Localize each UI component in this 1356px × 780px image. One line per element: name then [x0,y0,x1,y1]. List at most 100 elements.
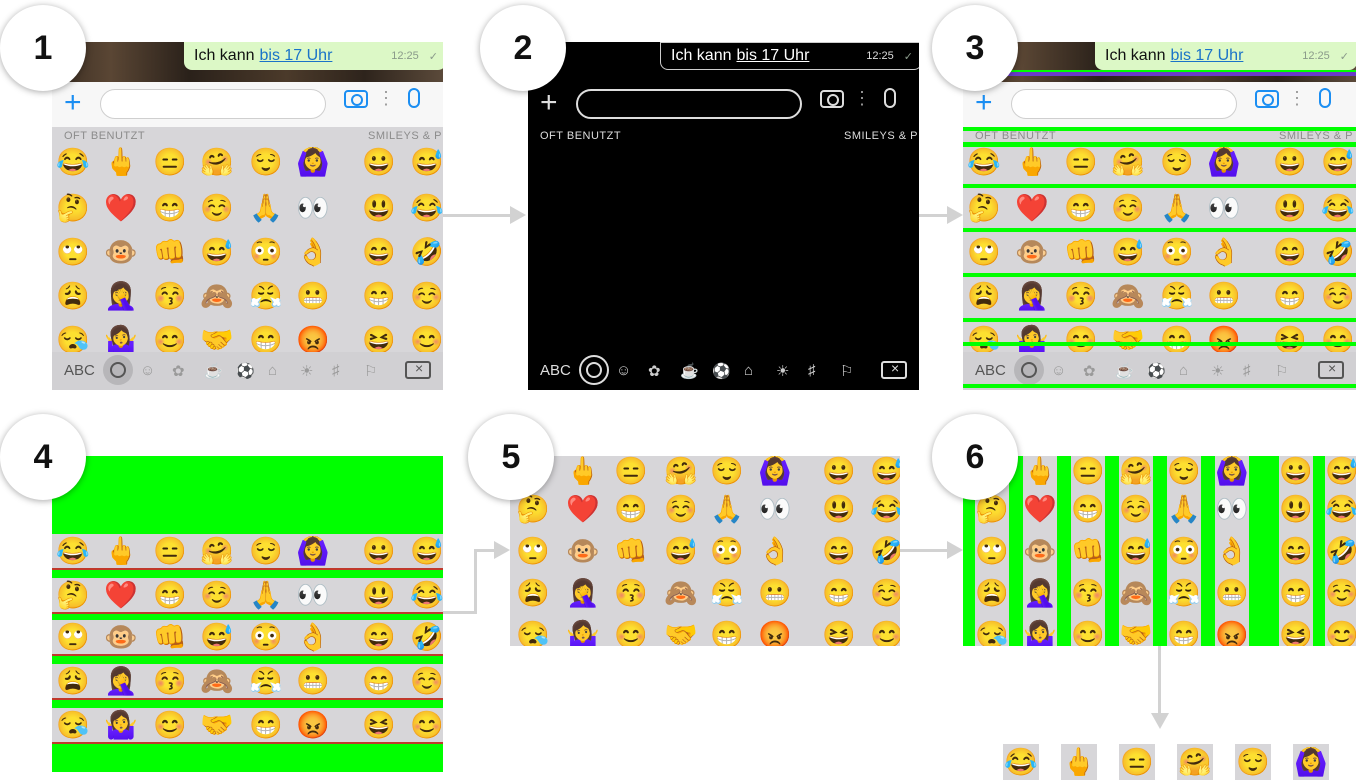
emoji-key[interactable]: 😚 [153,281,187,311]
emoji-key[interactable]: 🤔 [56,193,90,223]
emoji-key[interactable]: 🙏 [1160,193,1194,223]
message-input[interactable] [1011,89,1237,119]
food-category-icon[interactable]: ☕ [1115,362,1134,380]
plus-icon[interactable]: + [975,86,993,120]
plus-icon[interactable]: + [64,86,82,120]
emoji-key[interactable]: 🤗 [1111,147,1145,177]
emoji-key[interactable]: 🤷‍♀️ [1015,325,1049,355]
bulb-category-icon[interactable]: ☀ [300,362,313,380]
camera-icon[interactable] [344,90,368,108]
emoji-key[interactable]: 😚 [1064,281,1098,311]
emoji-key[interactable]: 🤝 [200,325,234,355]
emoji-key[interactable]: 👀 [772,193,806,223]
flag-category-icon[interactable]: ⚐ [840,362,853,380]
emoji-key[interactable]: 😁 [1064,193,1098,223]
emoji-key[interactable]: 😡 [772,325,806,355]
emoji-key[interactable]: 😤 [725,281,759,311]
building-category-icon[interactable]: ⌂ [1179,362,1188,379]
emoji-key[interactable]: 😂 [1321,193,1355,223]
emoji-key[interactable]: 😡 [296,325,330,355]
bulb-category-icon[interactable]: ☀ [776,362,789,380]
emoji-key[interactable]: ☺️ [886,281,919,311]
emoji-key[interactable]: 🙈 [676,281,710,311]
more-icon[interactable]: ⋮ [853,88,871,109]
emoji-key[interactable]: 😀 [362,147,396,177]
bulb-category-icon[interactable]: ☀ [1211,362,1224,380]
backspace-icon[interactable] [881,360,907,379]
symbol-category-icon[interactable]: ♯ [1243,362,1251,379]
emoji-key[interactable]: 😂 [532,147,566,177]
emoji-key[interactable]: 🤝 [1111,325,1145,355]
emoji-key[interactable]: 😑 [629,147,663,177]
food-category-icon[interactable]: ☕ [680,362,699,380]
emoji-key[interactable]: 😃 [362,193,396,223]
emoji-key[interactable]: 😪 [967,325,1001,355]
emoji-key[interactable]: 😳 [725,237,759,267]
emoji-key[interactable]: 👌 [1207,237,1241,267]
emoji-key[interactable]: 😅 [410,147,443,177]
emoji-key[interactable]: 😁 [249,325,283,355]
emoji-key[interactable]: 🖕 [580,147,614,177]
emoji-key[interactable]: 😅 [1321,147,1355,177]
emoji-key[interactable]: 😑 [1064,147,1098,177]
emoji-key[interactable]: 😤 [249,281,283,311]
smiley-category-icon[interactable]: ☺ [1051,362,1066,379]
emoji-key[interactable]: 🐵 [580,237,614,267]
emoji-key[interactable]: 🖕 [1015,147,1049,177]
emoji-key[interactable]: 😂 [56,147,90,177]
emoji-key[interactable]: ☺️ [676,193,710,223]
plus-icon[interactable]: + [540,86,558,120]
emoji-key[interactable]: 😊 [410,325,443,355]
emoji-key[interactable]: 🤝 [676,325,710,355]
more-icon[interactable]: ⋮ [1288,88,1306,109]
emoji-key[interactable]: 🤣 [1321,237,1355,267]
emoji-key[interactable]: 🤦‍♀️ [104,281,138,311]
emoji-key[interactable]: 👌 [772,237,806,267]
emoji-key[interactable]: 😊 [886,325,919,355]
message-time-link[interactable]: bis 17 Uhr [1170,47,1243,65]
recent-clock-icon[interactable] [103,355,133,385]
emoji-key[interactable]: ☺️ [410,281,443,311]
emoji-key[interactable]: 😪 [56,325,90,355]
building-category-icon[interactable]: ⌂ [268,362,277,379]
emoji-key[interactable]: 😁 [362,281,396,311]
emoji-key[interactable]: 😆 [1273,325,1307,355]
message-input[interactable] [100,89,326,119]
emoji-key[interactable]: 🙄 [56,237,90,267]
emoji-key[interactable]: 😂 [886,193,919,223]
emoji-key[interactable]: 😬 [1207,281,1241,311]
emoji-key[interactable]: 😀 [838,147,872,177]
emoji-key[interactable]: 😪 [532,325,566,355]
emoji-key[interactable]: ❤️ [580,193,614,223]
emoji-key[interactable]: 😊 [629,325,663,355]
emoji-key[interactable]: ☺️ [200,193,234,223]
emoji-key[interactable]: 😩 [56,281,90,311]
sport-category-icon[interactable]: ⚽ [712,362,731,380]
emoji-key[interactable]: 🙆‍♀️ [1207,147,1241,177]
emoji-key[interactable]: 😬 [296,281,330,311]
emoji-key[interactable]: 😂 [410,193,443,223]
more-icon[interactable]: ⋮ [377,88,395,109]
emoji-key[interactable]: 🐵 [1015,237,1049,267]
flag-category-icon[interactable]: ⚐ [364,362,377,380]
emoji-key[interactable]: 🐵 [104,237,138,267]
emoji-key[interactable]: 🤣 [410,237,443,267]
recent-clock-icon[interactable] [1014,355,1044,385]
animal-category-icon[interactable]: ✿ [172,362,185,380]
emoji-key[interactable]: 😊 [153,325,187,355]
emoji-key[interactable]: 🤗 [200,147,234,177]
message-time-link[interactable]: bis 17 Uhr [259,47,332,65]
emoji-key[interactable]: 😆 [362,325,396,355]
emoji-key[interactable]: ☺️ [1321,281,1355,311]
sport-category-icon[interactable]: ⚽ [1147,362,1166,380]
emoji-key[interactable]: 😆 [838,325,872,355]
emoji-key[interactable]: 😌 [249,147,283,177]
emoji-key[interactable]: 😬 [772,281,806,311]
emoji-key[interactable]: 😳 [249,237,283,267]
emoji-key[interactable]: 🙄 [532,237,566,267]
emoji-key[interactable]: 😁 [838,281,872,311]
emoji-key[interactable]: 😄 [838,237,872,267]
emoji-key[interactable]: 🤗 [676,147,710,177]
emoji-key[interactable]: 😌 [1160,147,1194,177]
animal-category-icon[interactable]: ✿ [648,362,661,380]
